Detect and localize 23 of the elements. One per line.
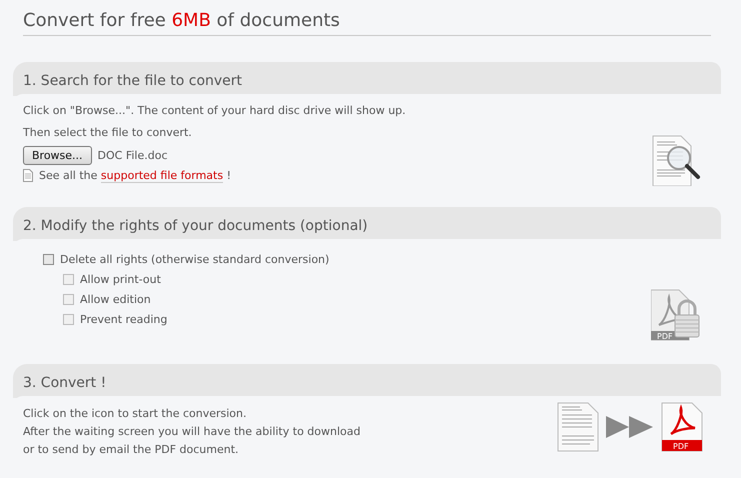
- option-label: Allow print-out: [80, 272, 161, 286]
- section-heading: 2. Modify the rights of your documents (optional): [23, 218, 369, 234]
- formats-note: See all the supported file formats !: [39, 168, 232, 182]
- instruction-text: Click on the icon to start the conversion.: [23, 406, 248, 422]
- section-heading: 3. Convert !: [23, 375, 108, 391]
- option-label: Delete all rights (otherwise standard conversion): [60, 252, 330, 266]
- checkbox[interactable]: [43, 254, 54, 264]
- page-title: Convert for free 6MB of documents: [23, 6, 711, 36]
- document-icon[interactable]: [557, 402, 599, 452]
- supported-formats-link[interactable]: supported file formats: [100, 168, 224, 182]
- instruction-text: After the waiting screen you will have the ability to download: [23, 424, 360, 440]
- document-icon: [23, 168, 33, 182]
- pdf-file-icon[interactable]: PDF: [661, 402, 703, 452]
- document-magnifier-icon: [651, 134, 703, 186]
- instruction-text: Then select the file to convert.: [23, 125, 193, 141]
- browse-button[interactable]: Browse...: [23, 146, 92, 164]
- instruction-text: Click on "Browse...". The content of your hard disc drive will show up.: [23, 103, 406, 119]
- double-arrow-icon: [605, 414, 655, 440]
- option-label: Allow edition: [80, 292, 151, 306]
- section-heading: 1. Search for the file to convert: [23, 73, 244, 89]
- instruction-text: or to send by email the PDF document.: [23, 442, 240, 458]
- option-label: Prevent reading: [80, 312, 168, 326]
- file-name: DOC File.doc: [98, 148, 168, 162]
